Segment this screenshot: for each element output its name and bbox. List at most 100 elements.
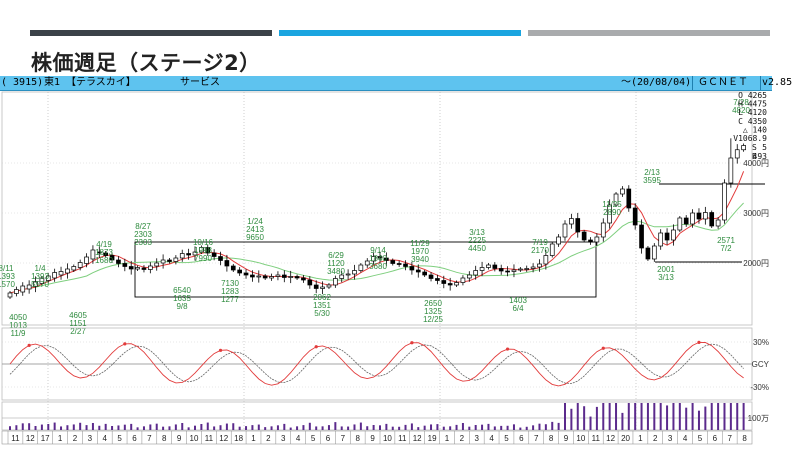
volume-bar	[481, 424, 484, 430]
month-label: 8	[162, 434, 167, 443]
month-label: 5	[504, 434, 509, 443]
month-label: 6	[132, 434, 137, 443]
price-annotations: 8/11139315701/4139355704050101311/946051…	[0, 98, 750, 338]
volume-bar	[436, 424, 439, 430]
candle-body	[14, 289, 19, 294]
candle-body	[409, 266, 415, 271]
volume-bar	[296, 426, 299, 430]
volume-bar	[398, 426, 401, 430]
volume-bar	[506, 425, 509, 430]
volume-bar	[283, 423, 286, 430]
volume-bar	[608, 403, 611, 430]
volume-bar	[213, 426, 216, 430]
volume-bar	[404, 424, 407, 430]
volume-bar	[245, 426, 248, 430]
candle-body	[677, 217, 683, 231]
month-label: 7	[534, 434, 539, 443]
candle-body	[620, 188, 625, 195]
volume-bar	[104, 423, 107, 430]
candle-body	[530, 266, 536, 269]
month-label: 2	[73, 434, 78, 443]
month-label: 6	[326, 434, 331, 443]
volume-bar	[15, 425, 18, 430]
month-label: 3	[668, 434, 673, 443]
candle-body	[396, 263, 402, 265]
price-annotation: 2303	[134, 238, 152, 247]
volume-bar	[257, 424, 260, 430]
volume-bar	[678, 403, 681, 430]
candle-body	[556, 236, 561, 245]
volume-bar	[634, 403, 637, 430]
volume-bar	[538, 423, 541, 430]
price-annotation: 3680	[369, 262, 387, 271]
candle-body	[160, 259, 166, 264]
month-label: 6	[713, 434, 718, 443]
volume-bar	[372, 425, 375, 430]
volume-bar	[564, 403, 566, 430]
candle-body	[562, 223, 568, 238]
moving-averages	[9, 171, 745, 294]
candle-body	[403, 263, 408, 267]
volume-bar	[347, 426, 350, 430]
candle-body	[460, 277, 466, 283]
month-label: 9	[564, 434, 569, 443]
price-panel-border	[1, 91, 753, 326]
volume-bar	[123, 424, 126, 430]
volume-bar	[672, 403, 675, 430]
volume-bar	[270, 426, 273, 430]
volume-bar	[410, 423, 413, 430]
price-annotation: 2890	[603, 208, 621, 217]
candle-body	[186, 253, 191, 256]
volume-bar	[206, 422, 209, 430]
month-label: 5	[311, 434, 316, 443]
volume-bar	[232, 423, 235, 430]
volume-bar	[200, 424, 203, 430]
volume-bar	[225, 423, 228, 430]
volume-bar	[685, 407, 688, 430]
volume-bar	[194, 425, 196, 430]
sell-label: S	[752, 143, 757, 152]
volume-axis-label: 100万	[748, 414, 769, 423]
volume-bar	[315, 426, 318, 430]
month-label: 3	[88, 434, 93, 443]
volume-bar	[327, 425, 330, 430]
volume-bar	[98, 425, 101, 430]
volume-bar	[321, 426, 324, 430]
candle-body	[52, 272, 57, 279]
candle-body	[473, 270, 479, 276]
candle-body	[154, 262, 160, 267]
volume-bar	[85, 425, 88, 430]
candle-body	[479, 267, 485, 271]
volume-bar	[717, 403, 720, 430]
candle-body	[211, 252, 217, 257]
candle-body	[141, 267, 147, 270]
candle-body	[600, 222, 606, 238]
candle-body	[71, 266, 77, 271]
month-label: 3	[281, 434, 286, 443]
volume-bar	[130, 423, 133, 430]
month-label: 8	[549, 434, 554, 443]
candle-body	[492, 264, 498, 269]
volume-bar	[136, 427, 139, 430]
volume-bar	[72, 424, 75, 430]
oscillator-marker	[27, 343, 31, 347]
volume-bar	[659, 403, 662, 430]
month-label: 8	[742, 434, 747, 443]
candle-body	[224, 260, 230, 267]
volume-bar	[449, 426, 452, 430]
candle-body	[569, 218, 574, 225]
volume-bar	[423, 425, 426, 430]
candle-body	[269, 276, 274, 279]
candle-body	[326, 284, 332, 288]
candle-body	[352, 270, 357, 275]
candle-body	[58, 271, 64, 276]
volume-border	[1, 401, 753, 431]
candle-body	[218, 256, 223, 261]
volume-bar	[91, 423, 94, 430]
month-axis: 11 12 17 1 2 3 4 5 6 7 8 9 10 11 12 18 1 2 3 4 5 6 7 8 9 10 11 12 19…	[1, 430, 753, 445]
volume-bar	[308, 422, 311, 430]
price-annotation: 3/13	[658, 273, 674, 282]
candle-body	[128, 266, 134, 270]
candle-body	[77, 262, 83, 268]
volume-bar	[353, 424, 356, 430]
